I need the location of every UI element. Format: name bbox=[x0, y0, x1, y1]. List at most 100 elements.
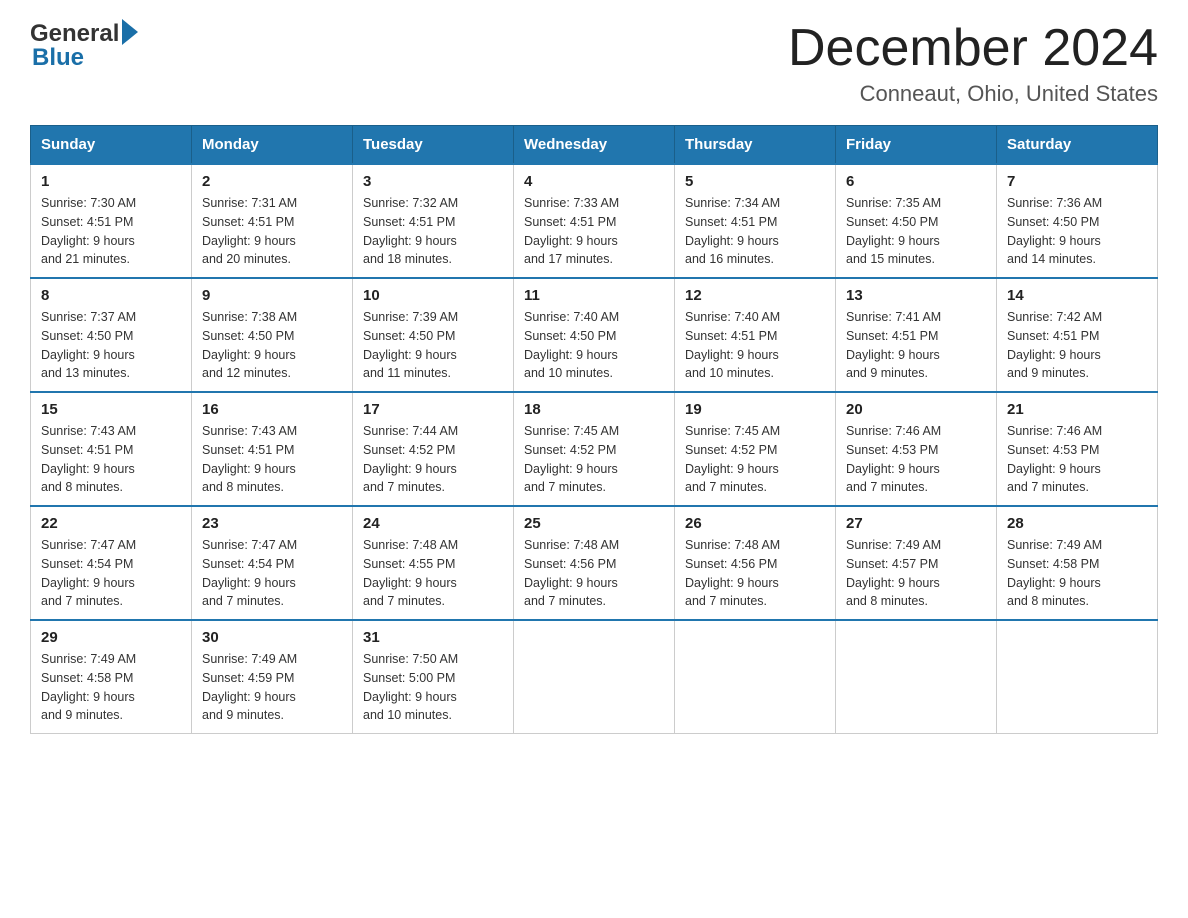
day-info: Sunrise: 7:38 AMSunset: 4:50 PMDaylight:… bbox=[202, 308, 342, 383]
day-number: 16 bbox=[202, 401, 342, 418]
calendar-cell: 2 Sunrise: 7:31 AMSunset: 4:51 PMDaylight… bbox=[192, 164, 353, 278]
day-info: Sunrise: 7:35 AMSunset: 4:50 PMDaylight:… bbox=[846, 194, 986, 269]
calendar-cell: 17 Sunrise: 7:44 AMSunset: 4:52 PMDayligh… bbox=[353, 392, 514, 506]
day-number: 14 bbox=[1007, 287, 1147, 304]
calendar-cell: 28 Sunrise: 7:49 AMSunset: 4:58 PMDayligh… bbox=[997, 506, 1158, 620]
day-info: Sunrise: 7:45 AMSunset: 4:52 PMDaylight:… bbox=[524, 422, 664, 497]
day-info: Sunrise: 7:49 AMSunset: 4:58 PMDaylight:… bbox=[41, 650, 181, 725]
day-number: 10 bbox=[363, 287, 503, 304]
day-number: 8 bbox=[41, 287, 181, 304]
day-number: 30 bbox=[202, 629, 342, 646]
day-number: 6 bbox=[846, 173, 986, 190]
calendar-cell bbox=[836, 620, 997, 734]
logo-text-blue: Blue bbox=[32, 44, 84, 72]
day-info: Sunrise: 7:44 AMSunset: 4:52 PMDaylight:… bbox=[363, 422, 503, 497]
day-info: Sunrise: 7:34 AMSunset: 4:51 PMDaylight:… bbox=[685, 194, 825, 269]
day-header-wednesday: Wednesday bbox=[514, 126, 675, 165]
day-number: 22 bbox=[41, 515, 181, 532]
day-info: Sunrise: 7:43 AMSunset: 4:51 PMDaylight:… bbox=[41, 422, 181, 497]
day-header-monday: Monday bbox=[192, 126, 353, 165]
day-number: 25 bbox=[524, 515, 664, 532]
day-info: Sunrise: 7:50 AMSunset: 5:00 PMDaylight:… bbox=[363, 650, 503, 725]
day-number: 23 bbox=[202, 515, 342, 532]
day-info: Sunrise: 7:48 AMSunset: 4:56 PMDaylight:… bbox=[685, 536, 825, 611]
calendar-week-3: 15 Sunrise: 7:43 AMSunset: 4:51 PMDayligh… bbox=[31, 392, 1158, 506]
calendar-cell: 18Sunrise: 7:45 AMSunset: 4:52 PMDayligh… bbox=[514, 392, 675, 506]
day-number: 17 bbox=[363, 401, 503, 418]
day-number: 4 bbox=[524, 173, 664, 190]
calendar-title: December 2024 bbox=[788, 20, 1158, 77]
day-number: 3 bbox=[363, 173, 503, 190]
day-number: 28 bbox=[1007, 515, 1147, 532]
calendar-cell: 31Sunrise: 7:50 AMSunset: 5:00 PMDayligh… bbox=[353, 620, 514, 734]
calendar-cell: 8 Sunrise: 7:37 AMSunset: 4:50 PMDaylight… bbox=[31, 278, 192, 392]
day-info: Sunrise: 7:45 AMSunset: 4:52 PMDaylight:… bbox=[685, 422, 825, 497]
day-number: 15 bbox=[41, 401, 181, 418]
day-info: Sunrise: 7:49 AMSunset: 4:57 PMDaylight:… bbox=[846, 536, 986, 611]
calendar-cell: 13Sunrise: 7:41 AMSunset: 4:51 PMDayligh… bbox=[836, 278, 997, 392]
day-number: 11 bbox=[524, 287, 664, 304]
day-info: Sunrise: 7:49 AMSunset: 4:58 PMDaylight:… bbox=[1007, 536, 1147, 611]
day-header-friday: Friday bbox=[836, 126, 997, 165]
calendar-week-4: 22 Sunrise: 7:47 AMSunset: 4:54 PMDayligh… bbox=[31, 506, 1158, 620]
day-number: 29 bbox=[41, 629, 181, 646]
day-info: Sunrise: 7:42 AMSunset: 4:51 PMDaylight:… bbox=[1007, 308, 1147, 383]
calendar-cell: 10 Sunrise: 7:39 AMSunset: 4:50 PMDayligh… bbox=[353, 278, 514, 392]
calendar-cell: 5 Sunrise: 7:34 AMSunset: 4:51 PMDaylight… bbox=[675, 164, 836, 278]
day-info: Sunrise: 7:43 AMSunset: 4:51 PMDaylight:… bbox=[202, 422, 342, 497]
calendar-cell: 20Sunrise: 7:46 AMSunset: 4:53 PMDayligh… bbox=[836, 392, 997, 506]
calendar-cell: 12Sunrise: 7:40 AMSunset: 4:51 PMDayligh… bbox=[675, 278, 836, 392]
day-info: Sunrise: 7:39 AMSunset: 4:50 PMDaylight:… bbox=[363, 308, 503, 383]
day-number: 27 bbox=[846, 515, 986, 532]
day-number: 2 bbox=[202, 173, 342, 190]
day-info: Sunrise: 7:47 AMSunset: 4:54 PMDaylight:… bbox=[202, 536, 342, 611]
day-number: 19 bbox=[685, 401, 825, 418]
day-info: Sunrise: 7:48 AMSunset: 4:56 PMDaylight:… bbox=[524, 536, 664, 611]
calendar-cell: 7 Sunrise: 7:36 AMSunset: 4:50 PMDaylight… bbox=[997, 164, 1158, 278]
day-info: Sunrise: 7:32 AMSunset: 4:51 PMDaylight:… bbox=[363, 194, 503, 269]
day-header-thursday: Thursday bbox=[675, 126, 836, 165]
calendar-cell: 24Sunrise: 7:48 AMSunset: 4:55 PMDayligh… bbox=[353, 506, 514, 620]
day-info: Sunrise: 7:46 AMSunset: 4:53 PMDaylight:… bbox=[846, 422, 986, 497]
day-info: Sunrise: 7:30 AMSunset: 4:51 PMDaylight:… bbox=[41, 194, 181, 269]
logo: General Blue bbox=[30, 20, 138, 72]
title-area: December 2024 Conneaut, Ohio, United Sta… bbox=[788, 20, 1158, 107]
calendar-cell: 27 Sunrise: 7:49 AMSunset: 4:57 PMDayligh… bbox=[836, 506, 997, 620]
day-info: Sunrise: 7:47 AMSunset: 4:54 PMDaylight:… bbox=[41, 536, 181, 611]
day-number: 1 bbox=[41, 173, 181, 190]
calendar-header: SundayMondayTuesdayWednesdayThursdayFrid… bbox=[31, 126, 1158, 165]
calendar-cell: 9Sunrise: 7:38 AMSunset: 4:50 PMDaylight… bbox=[192, 278, 353, 392]
day-number: 24 bbox=[363, 515, 503, 532]
calendar-cell: 3 Sunrise: 7:32 AMSunset: 4:51 PMDaylight… bbox=[353, 164, 514, 278]
calendar-cell: 15 Sunrise: 7:43 AMSunset: 4:51 PMDayligh… bbox=[31, 392, 192, 506]
calendar-cell: 1 Sunrise: 7:30 AMSunset: 4:51 PMDaylight… bbox=[31, 164, 192, 278]
day-number: 7 bbox=[1007, 173, 1147, 190]
calendar-week-1: 1 Sunrise: 7:30 AMSunset: 4:51 PMDaylight… bbox=[31, 164, 1158, 278]
calendar-cell: 30 Sunrise: 7:49 AMSunset: 4:59 PMDayligh… bbox=[192, 620, 353, 734]
day-header-saturday: Saturday bbox=[997, 126, 1158, 165]
calendar-subtitle: Conneaut, Ohio, United States bbox=[788, 81, 1158, 107]
day-info: Sunrise: 7:46 AMSunset: 4:53 PMDaylight:… bbox=[1007, 422, 1147, 497]
page-header: General Blue December 2024 Conneaut, Ohi… bbox=[30, 20, 1158, 107]
calendar-table: SundayMondayTuesdayWednesdayThursdayFrid… bbox=[30, 125, 1158, 734]
day-info: Sunrise: 7:33 AMSunset: 4:51 PMDaylight:… bbox=[524, 194, 664, 269]
calendar-cell: 4 Sunrise: 7:33 AMSunset: 4:51 PMDaylight… bbox=[514, 164, 675, 278]
day-number: 12 bbox=[685, 287, 825, 304]
day-info: Sunrise: 7:37 AMSunset: 4:50 PMDaylight:… bbox=[41, 308, 181, 383]
day-header-sunday: Sunday bbox=[31, 126, 192, 165]
day-header-tuesday: Tuesday bbox=[353, 126, 514, 165]
day-info: Sunrise: 7:49 AMSunset: 4:59 PMDaylight:… bbox=[202, 650, 342, 725]
calendar-cell: 25 Sunrise: 7:48 AMSunset: 4:56 PMDayligh… bbox=[514, 506, 675, 620]
calendar-week-2: 8 Sunrise: 7:37 AMSunset: 4:50 PMDaylight… bbox=[31, 278, 1158, 392]
day-number: 21 bbox=[1007, 401, 1147, 418]
calendar-cell: 29 Sunrise: 7:49 AMSunset: 4:58 PMDayligh… bbox=[31, 620, 192, 734]
day-info: Sunrise: 7:31 AMSunset: 4:51 PMDaylight:… bbox=[202, 194, 342, 269]
day-number: 5 bbox=[685, 173, 825, 190]
calendar-cell: 11 Sunrise: 7:40 AMSunset: 4:50 PMDayligh… bbox=[514, 278, 675, 392]
day-info: Sunrise: 7:36 AMSunset: 4:50 PMDaylight:… bbox=[1007, 194, 1147, 269]
calendar-cell bbox=[675, 620, 836, 734]
calendar-cell: 19 Sunrise: 7:45 AMSunset: 4:52 PMDayligh… bbox=[675, 392, 836, 506]
day-number: 26 bbox=[685, 515, 825, 532]
day-info: Sunrise: 7:40 AMSunset: 4:50 PMDaylight:… bbox=[524, 308, 664, 383]
calendar-week-5: 29 Sunrise: 7:49 AMSunset: 4:58 PMDayligh… bbox=[31, 620, 1158, 734]
